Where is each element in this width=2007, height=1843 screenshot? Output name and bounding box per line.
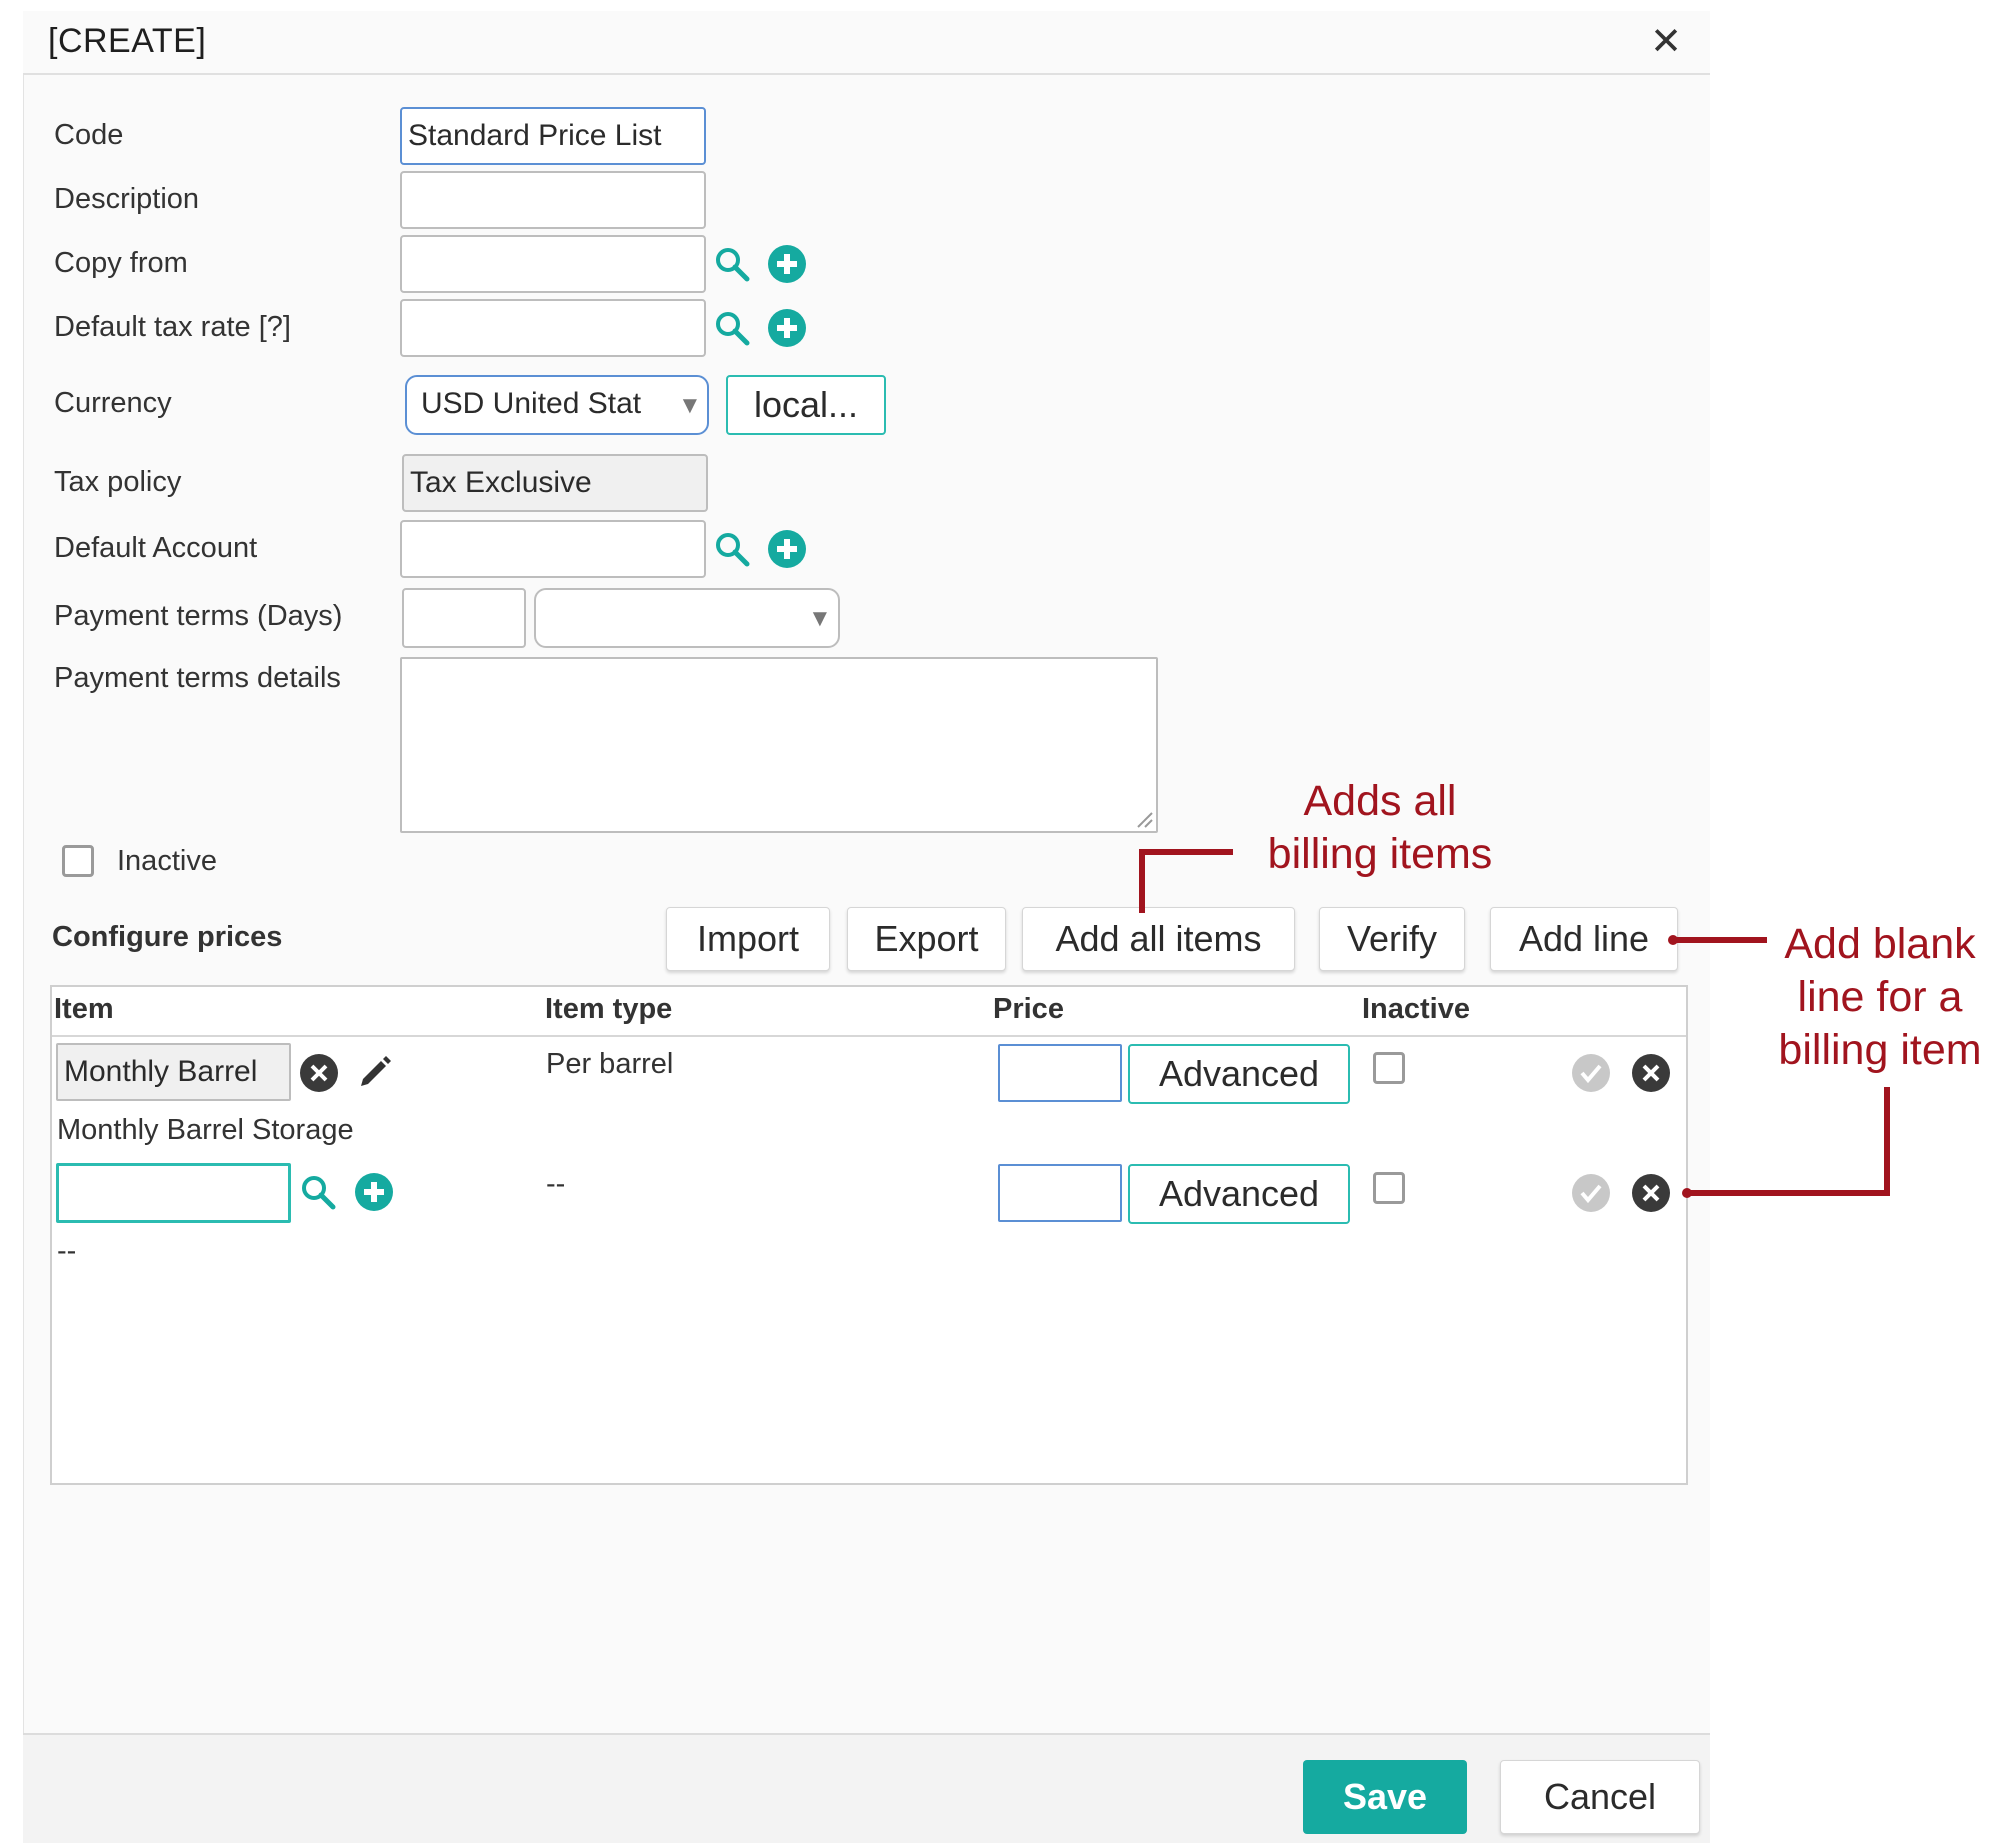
- currency-label: Currency: [54, 387, 172, 419]
- default-account-input[interactable]: [400, 520, 706, 578]
- search-icon[interactable]: [714, 246, 750, 282]
- add-line-button[interactable]: Add line: [1490, 907, 1678, 971]
- payment-terms-days-input[interactable]: [402, 588, 526, 648]
- row-advanced-button[interactable]: Advanced: [1128, 1044, 1350, 1104]
- row-item-input[interactable]: Monthly Barrel: [56, 1043, 291, 1101]
- annotation-add-all-line2: billing items: [1267, 830, 1493, 878]
- add-circle-icon[interactable]: [355, 1173, 393, 1211]
- currency-select-value: USD United Stat: [421, 387, 642, 420]
- annotation-add-line-line2: line for a: [1797, 973, 1963, 1021]
- code-label: Code: [54, 119, 124, 151]
- add-circle-icon[interactable]: [768, 309, 806, 347]
- row-item-description: Monthly Barrel Storage: [57, 1114, 354, 1146]
- tax-policy-label: Tax policy: [54, 466, 182, 498]
- row-price-input[interactable]: [998, 1164, 1122, 1222]
- row-item-input[interactable]: [56, 1163, 291, 1223]
- close-icon[interactable]: ✕: [1650, 23, 1682, 61]
- dialog-titlebar: [23, 11, 1710, 75]
- tax-policy-field: Tax Exclusive: [402, 454, 708, 512]
- column-header-price: Price: [993, 993, 1064, 1025]
- search-icon[interactable]: [300, 1174, 336, 1210]
- copy-from-label: Copy from: [54, 247, 188, 279]
- annotation-add-line-line1: Add blank: [1784, 920, 1976, 968]
- code-input[interactable]: Standard Price List: [400, 107, 706, 165]
- copy-from-input[interactable]: [400, 235, 706, 293]
- row-price-input[interactable]: [998, 1044, 1122, 1102]
- local-currency-button[interactable]: local...: [726, 375, 886, 435]
- verify-button[interactable]: Verify: [1319, 907, 1465, 971]
- import-button[interactable]: Import: [666, 907, 830, 971]
- annotation-connector-blank-line: [1682, 1087, 1890, 1198]
- dialog-title: [CREATE]: [48, 22, 207, 60]
- add-circle-icon[interactable]: [768, 530, 806, 568]
- column-header-item-type: Item type: [545, 993, 673, 1025]
- cancel-button[interactable]: Cancel: [1500, 1760, 1700, 1834]
- row-item-type: Per barrel: [546, 1048, 674, 1080]
- currency-select[interactable]: USD United Stat: [405, 375, 709, 435]
- delete-row-icon[interactable]: [1632, 1054, 1670, 1092]
- payment-terms-label: Payment terms (Days): [54, 600, 343, 632]
- payment-details-textarea[interactable]: [400, 657, 1158, 833]
- annotation-connector-add-all: [1139, 849, 1233, 913]
- check-circle-icon[interactable]: [1572, 1054, 1610, 1092]
- table-header-divider: [52, 1035, 1686, 1037]
- tax-rate-label: Default tax rate [?]: [54, 311, 291, 343]
- pencil-edit-icon[interactable]: [355, 1051, 393, 1089]
- chevron-down-icon: ▼: [678, 392, 702, 419]
- annotation-add-line-line3: billing item: [1778, 1026, 1982, 1074]
- configure-prices-heading: Configure prices: [52, 921, 283, 953]
- row-item-type: --: [546, 1168, 566, 1200]
- annotation-add-all-line1: Adds all: [1303, 777, 1457, 825]
- description-label: Description: [54, 183, 200, 215]
- payment-terms-select[interactable]: [534, 588, 840, 648]
- column-header-inactive: Inactive: [1362, 993, 1470, 1025]
- search-icon[interactable]: [714, 531, 750, 567]
- save-button[interactable]: Save: [1303, 1760, 1467, 1834]
- description-input[interactable]: [400, 171, 706, 229]
- prices-table: [50, 985, 1688, 1485]
- export-button[interactable]: Export: [847, 907, 1006, 971]
- search-icon[interactable]: [714, 310, 750, 346]
- payment-details-label: Payment terms details: [54, 662, 341, 694]
- add-circle-icon[interactable]: [768, 245, 806, 283]
- check-circle-icon[interactable]: [1572, 1174, 1610, 1212]
- clear-icon[interactable]: [300, 1054, 338, 1092]
- column-header-item: Item: [54, 993, 114, 1025]
- tax-rate-input[interactable]: [400, 299, 706, 357]
- chevron-down-icon: ▼: [808, 605, 832, 632]
- resize-handle-icon[interactable]: [1134, 809, 1154, 829]
- inactive-label: Inactive: [117, 845, 217, 877]
- annotation-connector-add-line: [1668, 935, 1767, 945]
- inactive-checkbox[interactable]: [62, 845, 94, 877]
- row-inactive-checkbox[interactable]: [1373, 1052, 1405, 1084]
- row-advanced-button[interactable]: Advanced: [1128, 1164, 1350, 1224]
- add-all-items-button[interactable]: Add all items: [1022, 907, 1295, 971]
- default-account-label: Default Account: [54, 532, 258, 564]
- row-item-description: --: [57, 1235, 77, 1267]
- row-inactive-checkbox[interactable]: [1373, 1172, 1405, 1204]
- delete-row-icon[interactable]: [1632, 1174, 1670, 1212]
